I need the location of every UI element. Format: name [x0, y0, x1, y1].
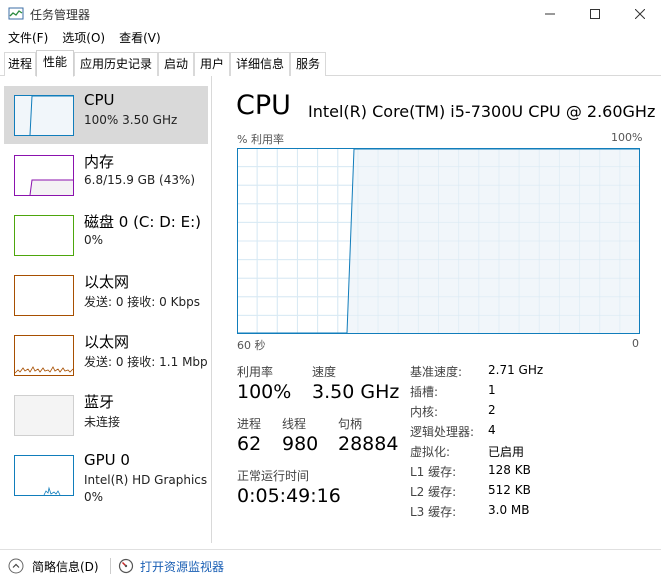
spec-value: 4 — [488, 423, 496, 437]
sidebar-item-cpu[interactable]: CPU 100% 3.50 GHz — [4, 86, 208, 144]
cpu-utilization-graph — [237, 148, 640, 334]
uptime-label: 正常运行时间 — [237, 469, 310, 483]
handles-value: 28884 — [338, 433, 399, 455]
spec-label: 虚拟化: — [410, 445, 451, 459]
menu-options[interactable]: 选项(O) — [62, 28, 105, 48]
window-title: 任务管理器 — [30, 8, 91, 22]
spec-label: L3 缓存: — [410, 505, 457, 519]
spec-value: 已启用 — [488, 445, 525, 459]
close-icon — [635, 9, 645, 19]
minimize-icon — [545, 13, 555, 15]
sidebar-item-title: 蓝牙 — [84, 393, 115, 411]
processes-label: 进程 — [237, 417, 262, 431]
memory-thumbnail-graph — [14, 155, 74, 196]
sidebar-item-title: 以太网 — [84, 333, 130, 351]
spec-label: 逻辑处理器: — [410, 425, 475, 439]
threads-label: 线程 — [282, 417, 307, 431]
maximize-button[interactable] — [572, 0, 618, 28]
maximize-icon — [590, 9, 600, 19]
bluetooth-thumbnail-graph — [14, 395, 74, 436]
tab-bar: 进程 性能 应用历史记录 启动 用户 详细信息 服务 — [0, 50, 661, 77]
footer-bar: 简略信息(D) 打开资源监视器 — [0, 549, 661, 587]
spec-value: 1 — [488, 383, 496, 397]
sidebar-item-disk[interactable]: 磁盘 0 (C: D: E:) 0% — [4, 206, 208, 264]
ethernet-thumbnail-graph — [14, 275, 74, 316]
spec-label: 内核: — [410, 405, 439, 419]
cpu-thumbnail-graph — [14, 95, 74, 136]
sidebar-item-subtitle: 发送: 0 接收: 0 Kbps — [84, 295, 200, 309]
processes-value: 62 — [237, 433, 262, 455]
uptime-value: 0:05:49:16 — [237, 485, 341, 507]
speed-label: 速度 — [312, 365, 337, 379]
tab-details[interactable]: 详细信息 — [230, 52, 290, 76]
graph-x-right-label: 0 — [632, 337, 639, 350]
tab-app-history[interactable]: 应用历史记录 — [74, 52, 158, 76]
page-title: CPU — [236, 90, 291, 121]
sidebar-item-ethernet-1[interactable]: 以太网 发送: 0 接收: 0 Kbps — [4, 266, 208, 324]
sidebar-item-memory[interactable]: 内存 6.8/15.9 GB (43%) — [4, 146, 208, 204]
sidebar-item-gpu[interactable]: GPU 0 Intel(R) HD Graphics 6 0% — [4, 446, 208, 516]
spec-value: 3.0 MB — [488, 503, 530, 517]
chevron-up-icon[interactable] — [8, 558, 24, 574]
menu-bar: 文件(F) 选项(O) 查看(V) — [0, 28, 167, 48]
handles-label: 句柄 — [338, 417, 363, 431]
task-manager-icon — [8, 7, 24, 20]
ethernet-thumbnail-graph — [14, 335, 74, 376]
tab-performance[interactable]: 性能 — [36, 50, 74, 77]
sidebar-item-value: 0% — [84, 490, 104, 504]
graph-x-left-label: 60 秒 — [237, 339, 266, 352]
utilization-label: 利用率 — [237, 365, 274, 379]
open-resource-monitor-link[interactable]: 打开资源监视器 — [140, 558, 224, 575]
resource-list: CPU 100% 3.50 GHz 内存 6.8/15.9 GB (43%) 磁… — [0, 76, 212, 543]
sidebar-item-title: GPU 0 — [84, 451, 130, 469]
sidebar-item-bluetooth[interactable]: 蓝牙 未连接 — [4, 386, 208, 444]
spec-label: 基准速度: — [410, 365, 463, 379]
menu-view[interactable]: 查看(V) — [119, 28, 161, 48]
cpu-model-name: Intel(R) Core(TM) i5-7300U CPU @ 2.60GHz — [308, 102, 656, 121]
sidebar-item-subtitle: 6.8/15.9 GB (43%) — [84, 173, 196, 187]
tab-services[interactable]: 服务 — [290, 52, 326, 76]
spec-label: L1 缓存: — [410, 465, 457, 479]
speed-value: 3.50 GHz — [312, 381, 400, 403]
spec-value: 2 — [488, 403, 496, 417]
threads-value: 980 — [282, 433, 319, 455]
spec-label: 插槽: — [410, 385, 439, 399]
graph-y-max: 100% — [611, 131, 643, 144]
sidebar-item-subtitle: 0% — [84, 233, 104, 247]
spec-value: 2.71 GHz — [488, 363, 544, 377]
sidebar-item-title: 以太网 — [84, 273, 130, 291]
sidebar-item-ethernet-2[interactable]: 以太网 发送: 0 接收: 1.1 Mbp — [4, 326, 208, 384]
graph-grid-overlay — [237, 148, 640, 334]
title-bar: 任务管理器 — [0, 0, 661, 28]
tab-users[interactable]: 用户 — [194, 52, 230, 76]
gpu-thumbnail-graph — [14, 455, 74, 496]
spec-label: L2 缓存: — [410, 485, 457, 499]
disk-thumbnail-graph — [14, 215, 74, 256]
sidebar-item-subtitle: 发送: 0 接收: 1.1 Mbp — [84, 355, 208, 369]
minimize-button[interactable] — [527, 0, 573, 28]
graph-y-label: % 利用率 — [237, 133, 284, 146]
sidebar-item-title: CPU — [84, 91, 115, 109]
spec-value: 512 KB — [488, 483, 531, 497]
tab-startup[interactable]: 启动 — [158, 52, 194, 76]
close-button[interactable] — [617, 0, 661, 28]
utilization-value: 100% — [237, 381, 292, 403]
sidebar-item-subtitle: 100% 3.50 GHz — [84, 113, 178, 127]
tab-processes[interactable]: 进程 — [4, 52, 36, 76]
sidebar-item-title: 磁盘 0 (C: D: E:) — [84, 213, 201, 231]
footer-divider — [110, 558, 111, 574]
sidebar-item-subtitle: Intel(R) HD Graphics 6 — [84, 473, 208, 487]
spec-value: 128 KB — [488, 463, 531, 477]
sidebar-item-title: 内存 — [84, 153, 115, 171]
fewer-details-button[interactable]: 简略信息(D) — [32, 558, 99, 575]
menu-file[interactable]: 文件(F) — [8, 28, 48, 48]
resource-monitor-icon — [118, 558, 134, 574]
sidebar-item-subtitle: 未连接 — [84, 415, 121, 429]
